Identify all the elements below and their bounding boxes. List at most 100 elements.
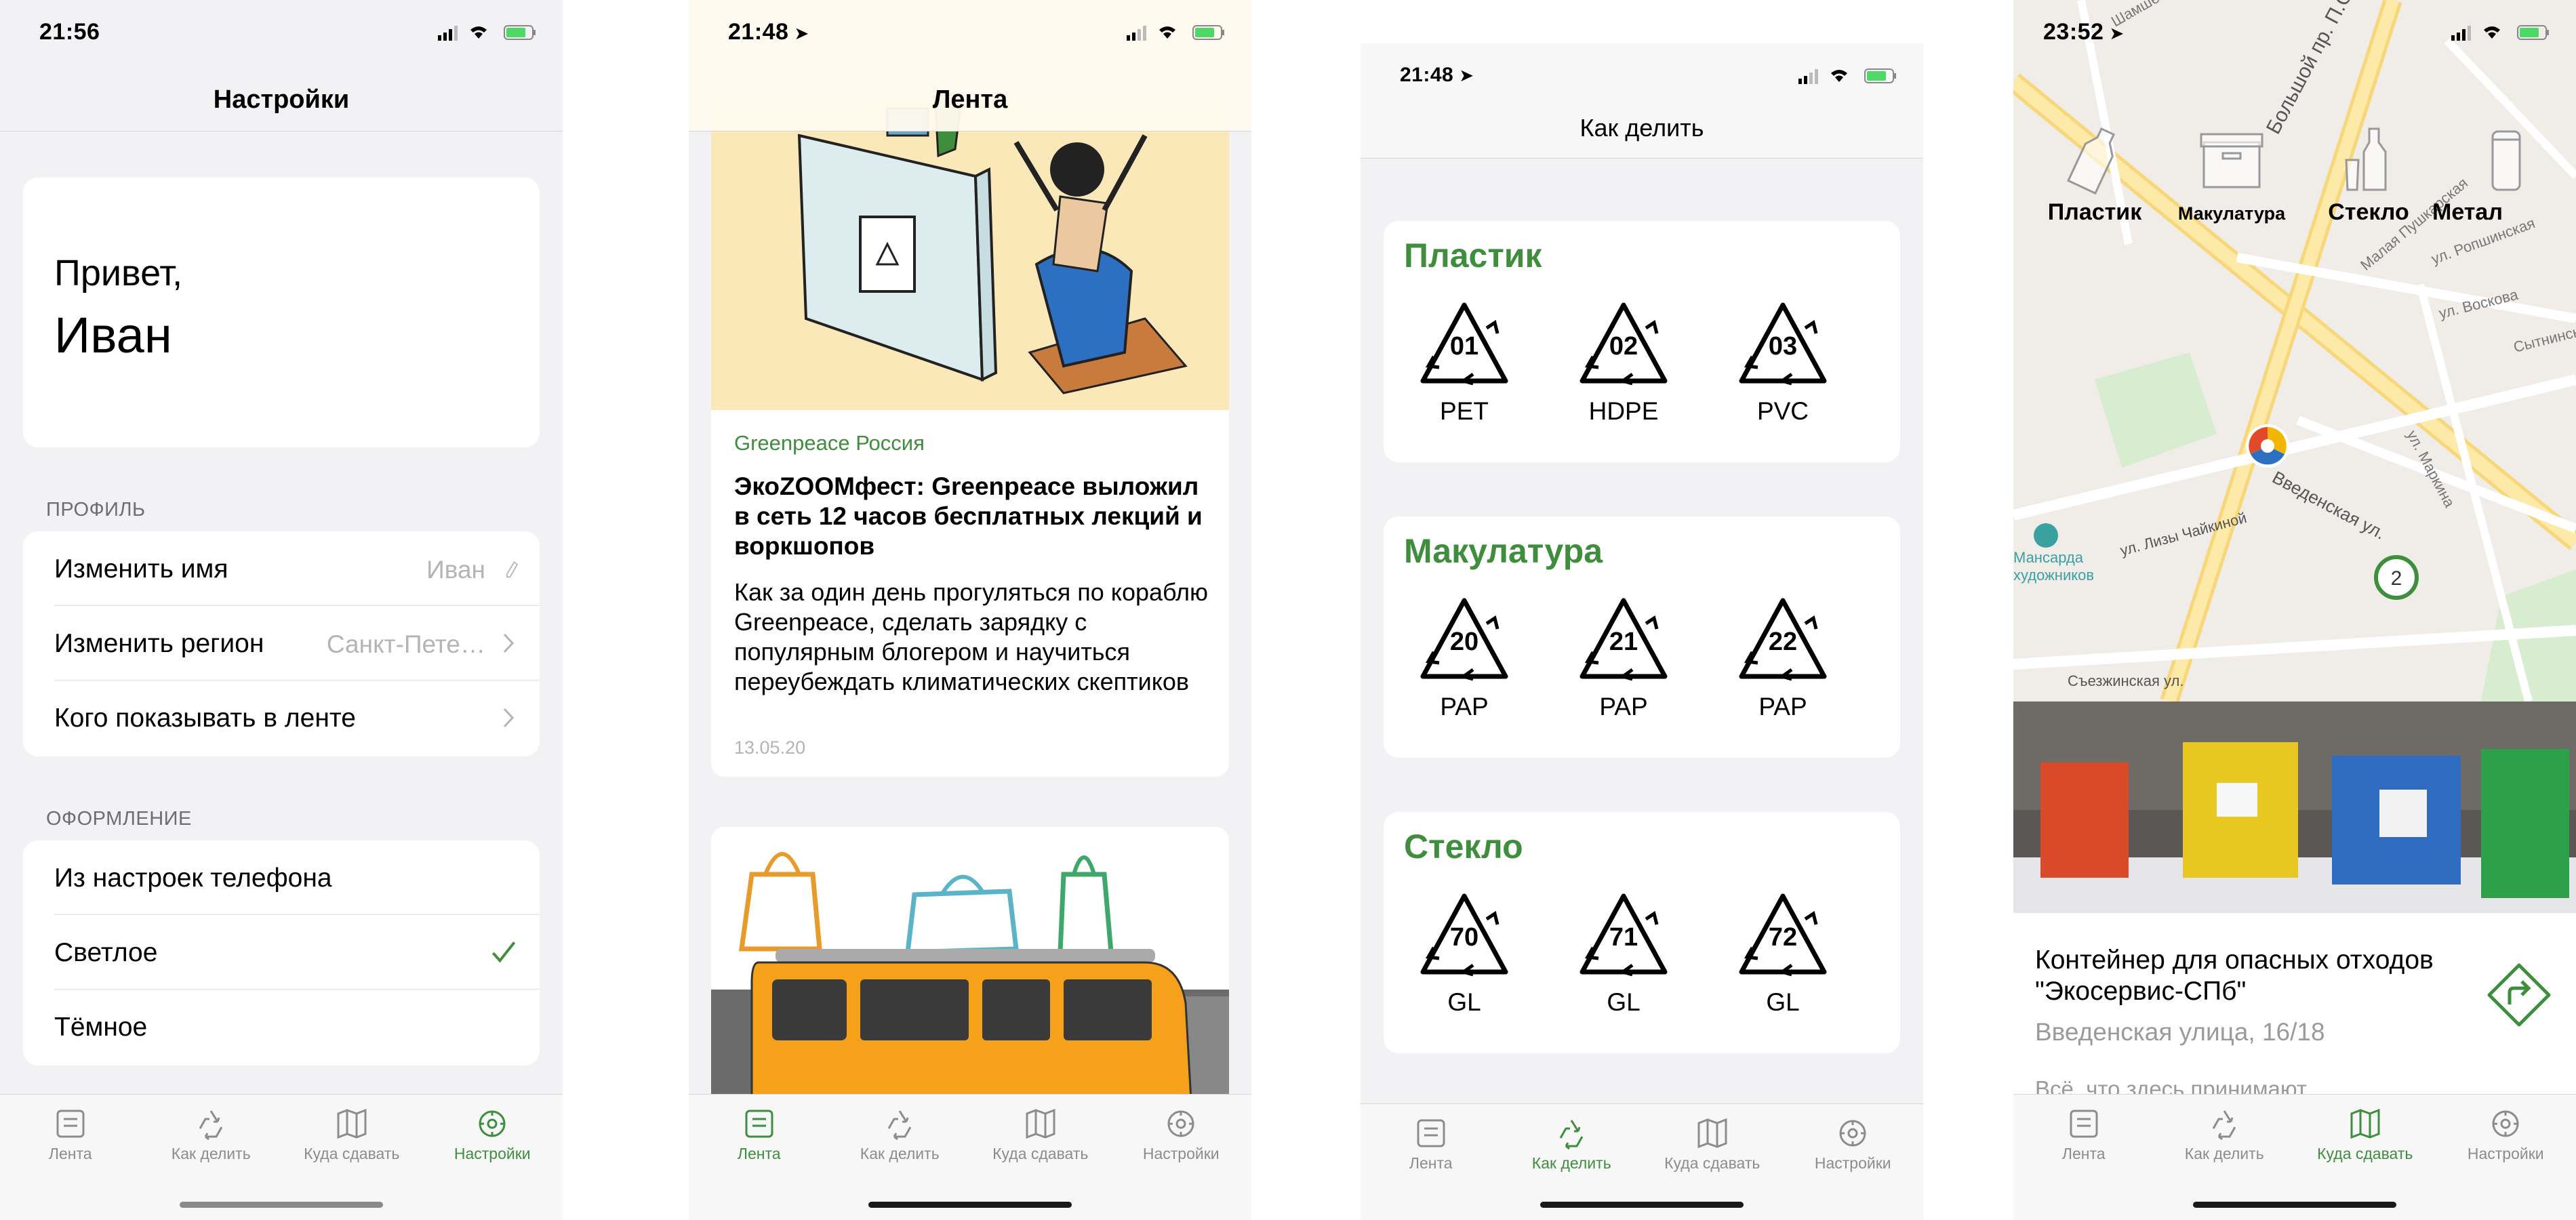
row-label: Изменить имя — [54, 554, 228, 584]
route-icon[interactable] — [2485, 961, 2553, 1029]
recycling-code-22[interactable]: 22 PAP — [1732, 596, 1834, 732]
feed-screen: Greenpeace Россия ЭкоZOOMфест: Greenpeac… — [689, 0, 1251, 1220]
map-canvas[interactable]: Шамшева ул. Большой пр. П.С. ул. Ропшинс… — [2013, 0, 2576, 702]
status-icons — [1127, 25, 1224, 41]
edit-name-row[interactable]: Изменить имя Иван — [23, 531, 540, 606]
museum-icon[interactable] — [2034, 523, 2058, 548]
status-time: 21:48 ➤ — [1400, 64, 1474, 86]
recycling-code-03[interactable]: 03 PVC — [1732, 301, 1834, 436]
tab-where-to-recycle[interactable]: Куда сдавать — [1642, 1116, 1783, 1173]
tab-settings[interactable]: Настройки — [2436, 1107, 2576, 1163]
tab-label: Лента — [48, 1145, 92, 1162]
code-number: 71 — [1609, 923, 1638, 952]
location-arrow-icon: ➤ — [1459, 65, 1474, 85]
recycling-code-01[interactable]: 01 PET — [1413, 301, 1515, 436]
recycle-icon — [887, 1110, 912, 1141]
filter-paper[interactable]: Макулатура — [2164, 115, 2299, 224]
code-number: 72 — [1768, 923, 1798, 952]
recycling-code-72[interactable]: 72 GL — [1732, 892, 1834, 1028]
selected-marker[interactable] — [2246, 424, 2289, 468]
map-icon — [1026, 1108, 1055, 1139]
plastic-card[interactable]: Пластик 01 PET 02 HDPE 03 PVC — [1384, 221, 1900, 462]
news-illustration — [711, 95, 1229, 410]
tab-how-to-sort[interactable]: Как делить — [830, 1107, 971, 1163]
tab-feed[interactable]: Лента — [1361, 1116, 1502, 1173]
recycle-icon — [199, 1110, 223, 1141]
filter-metal[interactable]: Метал — [2432, 115, 2573, 225]
recycling-code-70[interactable]: 70 GL — [1413, 892, 1515, 1028]
place-address: Введенская улица, 16/18 — [2035, 1018, 2325, 1046]
row-value: Санкт-Пете… — [326, 630, 485, 658]
recycling-code-02[interactable]: 02 HDPE — [1573, 301, 1674, 436]
code-label: PVC — [1756, 397, 1809, 425]
profile-section-header: ПРОФИЛЬ — [46, 499, 146, 521]
status-bar: 23:52 ➤ — [2013, 0, 2576, 68]
glass-card[interactable]: Стекло 70 GL 71 GL 72 GL — [1384, 812, 1900, 1053]
theme-system-row[interactable]: Из настроек телефона — [23, 840, 540, 915]
cluster-marker[interactable]: 2 — [2374, 555, 2419, 600]
tab-label: Куда сдавать — [1664, 1154, 1760, 1172]
category-label: Метал — [2432, 199, 2503, 225]
box-icon — [2200, 133, 2263, 188]
settings-icon — [1167, 1110, 1194, 1137]
code-label: PAP — [1758, 693, 1807, 720]
tab-how-to-sort[interactable]: Как делить — [1502, 1116, 1643, 1173]
row-label: Кого показывать в ленте — [54, 704, 356, 733]
news-card[interactable] — [711, 827, 1229, 1125]
code-label: PET — [1440, 397, 1489, 425]
can-icon — [2491, 130, 2521, 191]
recycling-code-20[interactable]: 20 PAP — [1413, 596, 1515, 732]
map-icon — [2350, 1108, 2380, 1139]
row-value: Иван — [426, 556, 485, 584]
tab-label: Лента — [1409, 1154, 1453, 1172]
tab-where-to-recycle[interactable]: Куда сдавать — [281, 1107, 422, 1163]
nav-bar: Настройки — [0, 68, 563, 131]
row-label: Из настроек телефона — [54, 863, 332, 893]
edit-region-row[interactable]: Изменить регион Санкт-Пете… — [23, 606, 540, 680]
tab-bar: Лента Как делить Куда сдавать Настройки — [0, 1094, 563, 1220]
tab-settings[interactable]: Настройки — [1111, 1107, 1252, 1163]
code-label: PAP — [1599, 693, 1648, 720]
how-to-sort-screen: 21:48 ➤ Как делить Пластик 01 PET 02 HDPE… — [1361, 43, 1923, 1220]
category-title: Макулатура — [1404, 532, 1603, 570]
location-arrow-icon: ➤ — [794, 23, 809, 43]
tab-bar: Лента Как делить Куда сдавать Настройки — [2013, 1094, 2576, 1220]
greeting-text: Привет, — [54, 253, 183, 293]
tab-settings[interactable]: Настройки — [1783, 1116, 1924, 1173]
recycling-code-21[interactable]: 21 PAP — [1573, 596, 1674, 732]
code-number: 03 — [1768, 332, 1798, 361]
poi-label: художников — [2013, 567, 2094, 584]
location-arrow-icon: ➤ — [2109, 23, 2125, 43]
tab-where-to-recycle[interactable]: Куда сдавать — [2295, 1107, 2436, 1163]
paper-card[interactable]: Макулатура 20 PAP 21 PAP 22 PAP — [1384, 516, 1900, 758]
page-title: Как делить — [1579, 114, 1704, 142]
tab-feed[interactable]: Лента — [0, 1107, 141, 1163]
feed-icon — [1417, 1119, 1445, 1147]
status-bar: 21:48 ➤ — [689, 0, 1251, 68]
filter-glass[interactable]: Стекло — [2301, 115, 2436, 225]
map-view[interactable]: Шамшева ул. Большой пр. П.С. ул. Ропшинс… — [2013, 0, 2576, 702]
home-indicator — [2193, 1202, 2396, 1208]
tab-where-to-recycle[interactable]: Куда сдавать — [970, 1107, 1111, 1163]
tab-settings[interactable]: Настройки — [422, 1107, 563, 1163]
tab-label: Настройки — [454, 1145, 531, 1162]
tab-how-to-sort[interactable]: Как делить — [141, 1107, 282, 1163]
tab-feed[interactable]: Лента — [689, 1107, 830, 1163]
feed-filter-row[interactable]: Кого показывать в ленте — [23, 680, 540, 755]
nav-bar: Лента — [689, 68, 1251, 131]
theme-dark-row[interactable]: Тёмное — [23, 990, 540, 1064]
home-indicator — [180, 1202, 383, 1208]
greeting-name: Иван — [54, 307, 172, 363]
code-label: HDPE — [1588, 397, 1659, 425]
news-source: Greenpeace Россия — [734, 431, 925, 455]
news-card[interactable]: Greenpeace Россия ЭкоZOOMфест: Greenpeac… — [711, 95, 1229, 777]
theme-light-row[interactable]: Светлое — [23, 915, 540, 990]
filter-plastic[interactable]: Пластик — [2027, 115, 2162, 225]
tab-feed[interactable]: Лента — [2013, 1107, 2154, 1163]
settings-screen: 21:56 Настройки Привет, Иван ПРОФИЛЬ Изм… — [0, 0, 563, 1220]
status-icons — [2451, 25, 2549, 41]
tab-how-to-sort[interactable]: Как делить — [2154, 1107, 2295, 1163]
chevron-right-icon — [503, 708, 515, 728]
recycling-code-71[interactable]: 71 GL — [1573, 892, 1674, 1028]
page-title: Настройки — [213, 85, 350, 114]
